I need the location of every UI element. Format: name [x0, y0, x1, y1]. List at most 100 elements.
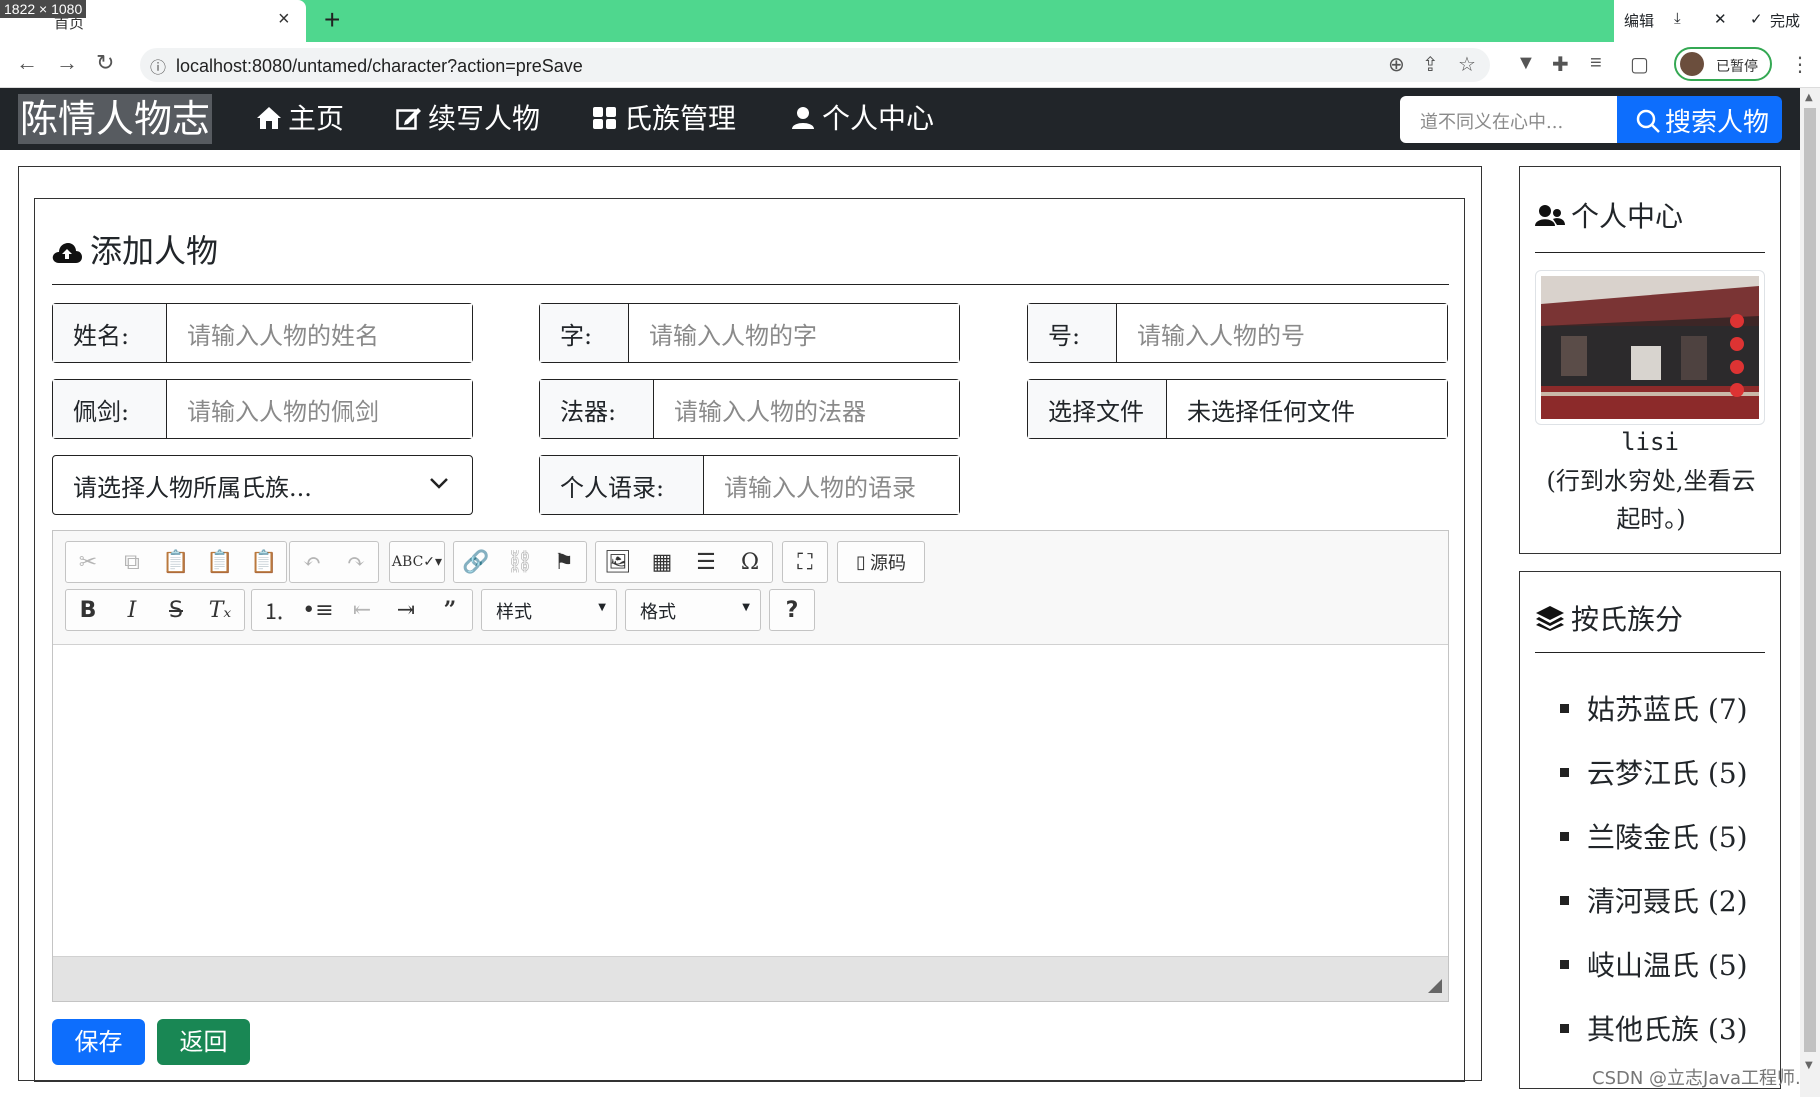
- nav-item-clan[interactable]: 氏族管理: [592, 102, 736, 138]
- browser-menu-icon[interactable]: ⋮: [1790, 52, 1810, 77]
- nav-item-write[interactable]: 续写人物: [396, 102, 540, 138]
- scroll-up-icon[interactable]: ▲: [1805, 92, 1813, 103]
- redo-icon[interactable]: ↷: [334, 542, 378, 582]
- horizontal-rule-icon[interactable]: ☰: [684, 542, 728, 582]
- file-input-group[interactable]: 选择文件 未选择任何文件: [1027, 379, 1448, 439]
- bookmark-star-icon[interactable]: ☆: [1458, 52, 1476, 77]
- nav-item-profile[interactable]: 个人中心: [790, 102, 934, 138]
- italic-icon[interactable]: I: [110, 590, 154, 630]
- nav-item-home[interactable]: 主页: [256, 102, 344, 138]
- sword-input[interactable]: 请输入人物的佩剑: [167, 380, 472, 438]
- capture-close-icon[interactable]: ✕: [1714, 10, 1727, 28]
- paste-word-icon[interactable]: 📋: [242, 542, 286, 582]
- search-input[interactable]: 道不同义在心中...: [1400, 96, 1617, 143]
- clan-list-item[interactable]: 姑苏蓝氏 (7): [1560, 688, 1748, 728]
- reading-list-icon[interactable]: ≡: [1590, 52, 1602, 75]
- undo-icon[interactable]: ↶: [290, 542, 334, 582]
- clan-link[interactable]: 其他氏族 (3): [1587, 1013, 1748, 1046]
- spellcheck-icon[interactable]: ABC✓▾: [390, 542, 444, 582]
- scroll-down-icon[interactable]: ▼: [1805, 1060, 1813, 1071]
- url-field[interactable]: ⓘ localhost:8080/untamed/character?actio…: [140, 48, 1490, 82]
- maximize-icon[interactable]: ⛶: [783, 542, 827, 582]
- search-button[interactable]: 搜索人物: [1617, 96, 1782, 143]
- capture-done-label[interactable]: 完成: [1770, 10, 1800, 31]
- bold-icon[interactable]: B: [66, 590, 110, 630]
- format-dropdown[interactable]: 格式 ▼: [625, 589, 761, 631]
- clan-list-item[interactable]: 清河聂氏 (2): [1560, 880, 1748, 920]
- special-char-omega-icon[interactable]: Ω: [728, 542, 772, 582]
- zoom-icon[interactable]: ⊕: [1388, 52, 1405, 77]
- copy-icon[interactable]: ⧉: [110, 542, 154, 582]
- site-navbar: 陈情人物志 主页 续写人物 氏族管理 个人中心 道不同义在心中... 搜索人物: [0, 88, 1800, 150]
- clan-list-item[interactable]: 岐山温氏 (5): [1560, 944, 1748, 984]
- table-icon[interactable]: ▦: [640, 542, 684, 582]
- paste-text-icon[interactable]: 📋: [198, 542, 242, 582]
- link-group: 🔗 ⛓ ⚑: [453, 541, 587, 583]
- page-scrollbar[interactable]: ▲ ▼: [1800, 88, 1820, 1097]
- artifact-input[interactable]: 请输入人物的法器: [654, 380, 959, 438]
- zi-input[interactable]: 请输入人物的字: [629, 304, 959, 362]
- profile-paused-button[interactable]: 已暂停: [1674, 47, 1772, 81]
- blockquote-icon[interactable]: ”: [428, 590, 472, 630]
- outdent-icon[interactable]: ⇤: [340, 590, 384, 630]
- clan-link[interactable]: 岐山温氏 (5): [1587, 949, 1748, 982]
- editor-content-area[interactable]: [53, 645, 1448, 958]
- numbered-list-icon[interactable]: ⒈: [252, 590, 296, 630]
- clan-link[interactable]: 兰陵金氏 (5): [1587, 821, 1748, 854]
- extension-v-icon[interactable]: ▼: [1516, 52, 1536, 75]
- nav-item-label: 个人中心: [822, 102, 935, 135]
- user-friends-icon: [1535, 202, 1565, 235]
- quote-input[interactable]: 请输入人物的语录: [704, 456, 959, 514]
- clan-list-item[interactable]: 兰陵金氏 (5): [1560, 816, 1748, 856]
- help-icon[interactable]: ?: [770, 590, 814, 630]
- side-panel-icon[interactable]: ▢: [1630, 52, 1649, 77]
- choose-file-button[interactable]: 选择文件: [1028, 380, 1167, 438]
- grid-icon: [592, 104, 618, 138]
- reload-icon[interactable]: ↻: [96, 50, 114, 76]
- paste-icon[interactable]: 📋: [154, 542, 198, 582]
- profile-title-label: 个人中心: [1571, 200, 1684, 233]
- indent-icon[interactable]: ⇥: [384, 590, 428, 630]
- styles-dropdown[interactable]: 样式 ▼: [481, 589, 617, 631]
- capture-check-icon[interactable]: ✓: [1750, 10, 1763, 28]
- image-icon[interactable]: 🖼: [596, 542, 640, 582]
- bullet-icon: [1560, 768, 1569, 777]
- tab-close-icon[interactable]: ×: [278, 8, 290, 31]
- hao-label: 号:: [1028, 304, 1117, 362]
- title-divider: [52, 284, 1449, 285]
- source-button[interactable]: ▯ 源码: [838, 542, 924, 582]
- cut-icon[interactable]: ✂: [66, 542, 110, 582]
- clan-link[interactable]: 清河聂氏 (2): [1587, 885, 1748, 918]
- site-info-icon[interactable]: ⓘ: [150, 54, 166, 78]
- scroll-thumb[interactable]: [1804, 108, 1816, 1052]
- brand-logo[interactable]: 陈情人物志: [18, 94, 213, 144]
- rich-text-editor: ✂ ⧉ 📋 📋 📋 ↶ ↷ ABC✓▾ 🔗 ⛓ ⚑ 🖼 ▦ ☰ Ω ⛶ ▯ 源码…: [52, 530, 1449, 1002]
- share-icon[interactable]: ⇪: [1422, 52, 1439, 77]
- remove-format-icon[interactable]: Tₓ: [198, 590, 242, 630]
- unlink-icon[interactable]: ⛓: [498, 542, 542, 582]
- new-tab-icon[interactable]: +: [324, 4, 340, 36]
- hao-input[interactable]: 请输入人物的号: [1117, 304, 1447, 362]
- clan-link[interactable]: 云梦江氏 (5): [1587, 757, 1748, 790]
- capture-edit-label[interactable]: 编辑: [1624, 10, 1654, 31]
- clan-list-item[interactable]: 其他氏族 (3): [1560, 1008, 1748, 1048]
- forward-arrow-icon[interactable]: →: [56, 50, 78, 76]
- clan-select[interactable]: 请选择人物所属氏族...: [52, 455, 473, 515]
- strike-icon[interactable]: S: [154, 590, 198, 630]
- artifact-label: 法器:: [540, 380, 654, 438]
- anchor-flag-icon[interactable]: ⚑: [542, 542, 586, 582]
- save-button[interactable]: 保存: [52, 1019, 145, 1065]
- back-button[interactable]: 返回: [157, 1019, 250, 1065]
- name-input-group: 姓名: 请输入人物的姓名: [52, 303, 473, 363]
- extensions-puzzle-icon[interactable]: ✚: [1552, 52, 1569, 77]
- edit-icon: [396, 104, 422, 138]
- name-input[interactable]: 请输入人物的姓名: [167, 304, 472, 362]
- bulleted-list-icon[interactable]: •≡: [296, 590, 340, 630]
- home-icon: [256, 104, 282, 138]
- clan-list-item[interactable]: 云梦江氏 (5): [1560, 752, 1748, 792]
- link-icon[interactable]: 🔗: [454, 542, 498, 582]
- clan-link[interactable]: 姑苏蓝氏 (7): [1587, 693, 1748, 726]
- resize-grip-icon[interactable]: [1428, 979, 1442, 993]
- capture-download-icon[interactable]: ⤓: [1674, 10, 1681, 27]
- back-arrow-icon[interactable]: ←: [16, 50, 38, 76]
